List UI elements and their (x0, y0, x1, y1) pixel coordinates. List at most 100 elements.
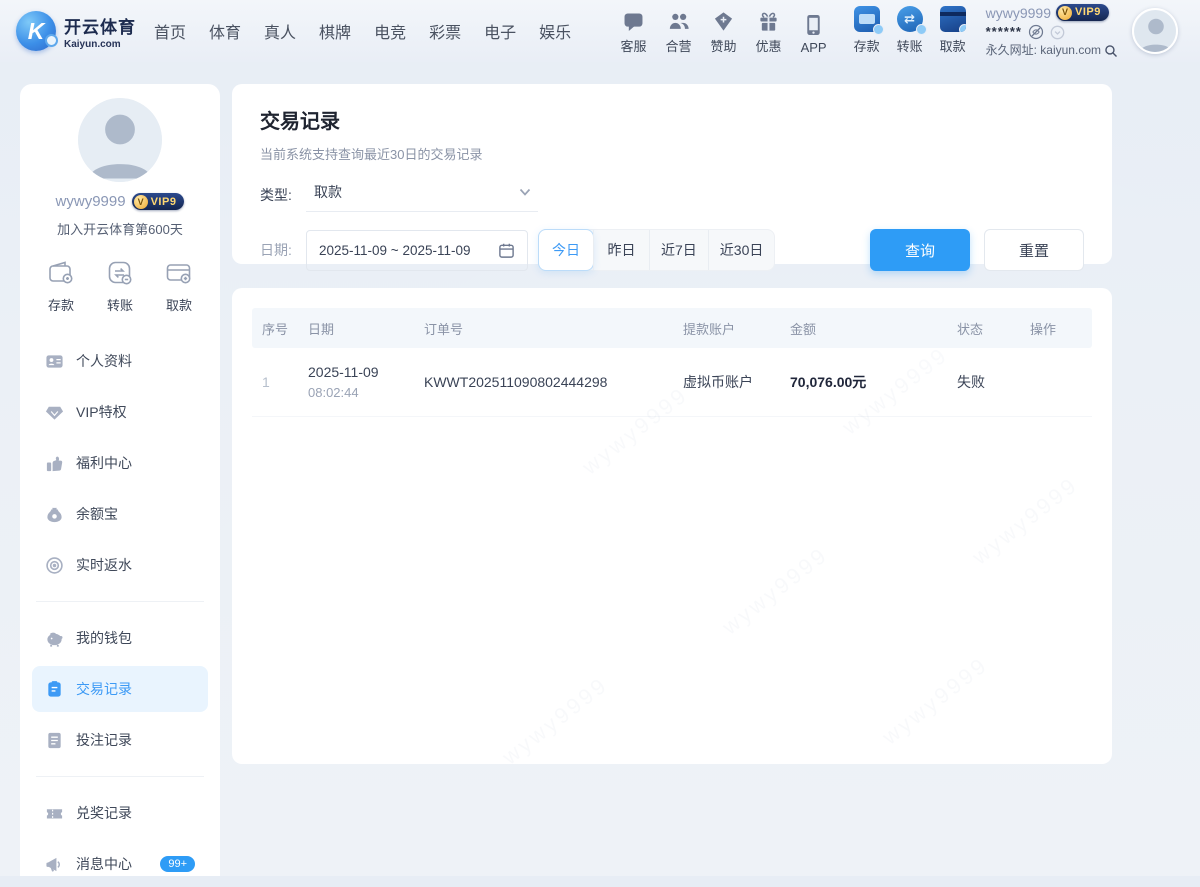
range-30days-button[interactable]: 近30日 (708, 230, 775, 270)
col-amount: 金额 (790, 319, 957, 338)
sidebar-item-wallet[interactable]: 我的钱包 (32, 615, 208, 661)
row-order-no: KWWT202511090802444298 (424, 374, 683, 390)
deposit-label: 存款 (854, 36, 880, 55)
chevron-circle-icon[interactable] (1050, 25, 1065, 40)
eye-off-icon[interactable] (1028, 24, 1044, 40)
col-action: 操作 (1030, 319, 1082, 338)
username-text: wywy9999 (986, 3, 1051, 23)
page-subtitle: 当前系统支持查询最近30日的交易记录 (260, 144, 1084, 163)
sidebar-item-vip[interactable]: VIP特权 (32, 389, 208, 435)
sidebar-item-profile[interactable]: 个人资料 (32, 338, 208, 384)
col-order-no: 订单号 (424, 319, 683, 338)
kaiyun-logo-icon: K (16, 11, 56, 51)
records-table-card: 序号 日期 订单号 提款账户 金额 状态 操作 1 2025-11-09 08:… (232, 288, 1112, 764)
user-avatar[interactable] (1132, 8, 1178, 54)
row-amount: 70,076.00元 (790, 372, 957, 392)
table-row[interactable]: 1 2025-11-09 08:02:44 KWWT20251109080244… (252, 348, 1092, 417)
quick-range-group: 今日 昨日 近7日 近30日 (538, 229, 775, 271)
partner-button[interactable]: 合营 (666, 8, 692, 55)
sidebar-item-messages[interactable]: 消息中心 99+ (32, 841, 208, 887)
bet-record-icon (45, 731, 64, 750)
diamond-icon (45, 403, 64, 422)
app-download-button[interactable]: APP (801, 12, 827, 55)
nav-item-entertainment[interactable]: 娱乐 (539, 19, 571, 43)
sidebar-deposit-button[interactable]: 存款 (46, 258, 76, 314)
sidebar-item-bets[interactable]: 投注记录 (32, 717, 208, 763)
sidebar-deposit-label: 存款 (48, 295, 74, 314)
date-range-value: 2025-11-09 ~ 2025-11-09 (319, 243, 471, 258)
reset-button[interactable]: 重置 (984, 229, 1084, 271)
customer-service-button[interactable]: 客服 (621, 8, 647, 55)
sidebar-item-transactions[interactable]: 交易记录 (32, 666, 208, 712)
withdraw-button[interactable]: 取款 (940, 8, 966, 55)
chevron-down-icon (518, 185, 532, 199)
sidebar-withdraw-label: 取款 (166, 295, 192, 314)
benefits-icon (45, 454, 64, 473)
sidebar-item-benefits[interactable]: 福利中心 (32, 440, 208, 486)
sidebar-transfer-button[interactable]: 转账 (105, 258, 135, 314)
partners-icon (668, 8, 690, 32)
wallet-outline-icon (46, 258, 76, 288)
nav-item-home[interactable]: 首页 (154, 19, 186, 43)
sidebar-withdraw-button[interactable]: 取款 (164, 258, 194, 314)
deposit-button[interactable]: 存款 (854, 8, 880, 55)
sidebar-transfer-label: 转账 (107, 295, 133, 314)
transfer-button[interactable]: ⇄ 转账 (897, 8, 923, 55)
customer-service-label: 客服 (621, 36, 647, 55)
card-outline-icon (164, 258, 194, 288)
withdraw-label: 取款 (940, 36, 966, 55)
partner-label: 合营 (666, 36, 692, 55)
range-today-button[interactable]: 今日 (538, 229, 594, 271)
brand-name: 开云体育 (64, 13, 136, 38)
sidebar-item-yuebao[interactable]: 余额宝 (32, 491, 208, 537)
col-status: 状态 (957, 319, 1030, 338)
type-select[interactable]: 取款 (306, 178, 538, 212)
exchange-outline-icon (105, 258, 135, 288)
unread-count-badge: 99+ (160, 856, 195, 872)
watermark-text: wywy9999 (497, 672, 613, 764)
nav-item-lottery[interactable]: 彩票 (429, 19, 461, 43)
transfer-label: 转账 (897, 36, 923, 55)
vip-emblem-icon: V (134, 195, 148, 209)
watermark-text: wywy9999 (877, 652, 993, 751)
nav-item-live[interactable]: 真人 (264, 19, 296, 43)
nav-item-chess[interactable]: 棋牌 (319, 19, 351, 43)
promotions-button[interactable]: 优惠 (756, 8, 782, 55)
magnifier-icon[interactable] (1104, 44, 1118, 58)
membership-days-text: 加入开云体育第600天 (32, 219, 208, 238)
col-index: 序号 (262, 319, 308, 338)
nav-item-slots[interactable]: 电子 (484, 19, 516, 43)
gift-icon (758, 8, 779, 32)
ticket-icon (45, 804, 64, 823)
promotions-label: 优惠 (756, 36, 782, 55)
row-index: 1 (262, 374, 308, 390)
date-range-input[interactable]: 2025-11-09 ~ 2025-11-09 (306, 230, 528, 271)
col-account: 提款账户 (683, 319, 790, 338)
range-7days-button[interactable]: 近7日 (649, 230, 708, 270)
withdraw-icon (940, 8, 966, 32)
calendar-icon (498, 242, 515, 259)
user-info-block: wywy9999 V VIP9 ****** 永久网址: kaiyun.com (986, 3, 1118, 60)
sidebar-avatar[interactable] (78, 98, 162, 182)
table-header-row: 序号 日期 订单号 提款账户 金额 状态 操作 (252, 308, 1092, 348)
chat-icon (623, 8, 644, 32)
type-select-value: 取款 (314, 182, 342, 202)
sponsor-button[interactable]: 赞助 (711, 8, 737, 55)
main-content: 交易记录 当前系统支持查询最近30日的交易记录 类型: 取款 日期: 2025-… (232, 84, 1112, 764)
sidebar-item-prizes[interactable]: 兑奖记录 (32, 790, 208, 836)
sidebar-username: wywy9999 (56, 193, 126, 210)
main-nav: 首页 体育 真人 棋牌 电竞 彩票 电子 娱乐 (154, 19, 571, 43)
sidebar-menu: 个人资料 VIP特权 福利中心 余额宝 实时返水 我的钱包 交易记录 (32, 338, 208, 887)
sidebar-vip-badge: V VIP9 (132, 193, 185, 210)
watermark-text: wywy9999 (717, 542, 833, 641)
range-yesterday-button[interactable]: 昨日 (593, 230, 649, 270)
brand-domain-text: Kaiyun.com (64, 39, 136, 50)
search-button[interactable]: 查询 (870, 229, 970, 271)
row-datetime: 2025-11-09 08:02:44 (308, 364, 424, 400)
brand-logo[interactable]: K 开云体育 Kaiyun.com (16, 11, 136, 51)
app-label: APP (801, 40, 827, 55)
sidebar-item-rebate[interactable]: 实时返水 (32, 542, 208, 588)
nav-item-sports[interactable]: 体育 (209, 19, 241, 43)
nav-item-esports[interactable]: 电竞 (374, 19, 406, 43)
row-account: 虚拟币账户 (683, 372, 790, 392)
